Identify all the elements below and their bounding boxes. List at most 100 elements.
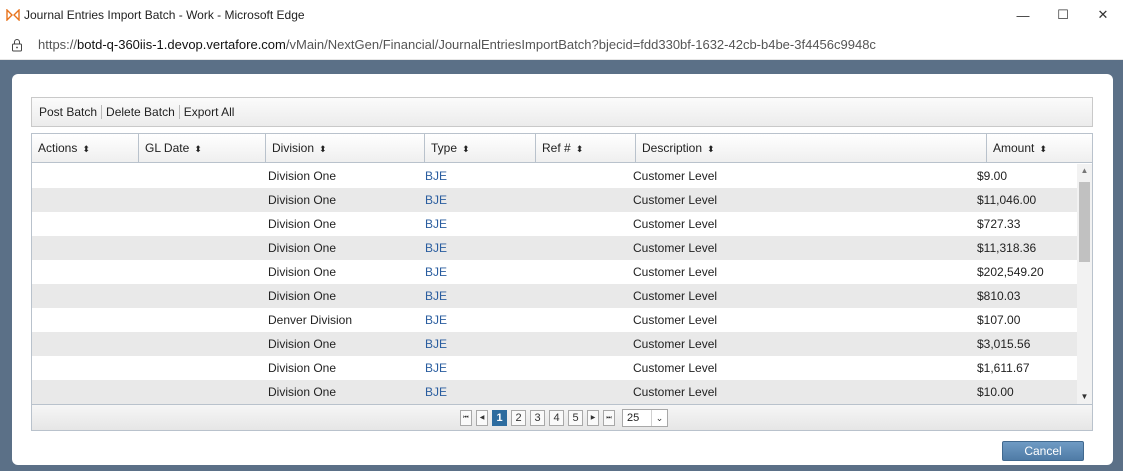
page-4-button[interactable]: 4 [549,410,564,426]
import-batch-dialog: Post Batch Delete Batch Export All Actio… [12,74,1113,465]
delete-batch-button[interactable]: Delete Batch [104,105,177,119]
first-page-icon[interactable]: ⏮ [460,410,472,426]
sort-icon: ⬍ [575,144,584,154]
cell-type-link[interactable]: BJE [425,212,447,236]
page-size-select[interactable]: 25 ⌄ [622,409,668,427]
last-page-icon[interactable]: ⏭ [603,410,615,426]
cell-amount: $727.33 [977,217,1021,231]
close-button[interactable]: ✕ [1083,0,1123,30]
grid-rows: Division One BJE Customer Level $9.00 Di… [32,164,1077,404]
cell-division: Division One [268,265,337,279]
table-row[interactable]: Division One BJE Customer Level $727.33 [32,212,1077,236]
prev-page-icon[interactable]: ◀ [476,410,488,426]
maximize-button[interactable]: ☐ [1043,0,1083,30]
cell-description: Customer Level [633,241,718,255]
column-header-amount[interactable]: Amount ⬍ [987,134,1092,163]
cell-description: Customer Level [633,265,718,279]
window-controls: — ☐ ✕ [1003,0,1123,30]
cell-amount: $10.00 [977,385,1014,399]
column-header-actions[interactable]: Actions ⬍ [32,134,139,163]
sort-icon: ⬍ [319,144,327,154]
address-bar[interactable]: https://botd-q-360iis-1.devop.vertafore.… [0,30,1123,60]
page-5-button[interactable]: 5 [568,410,583,426]
batch-toolbar: Post Batch Delete Batch Export All [31,97,1093,127]
table-row[interactable]: Division One BJE Customer Level $3,015.5… [32,332,1077,356]
page-3-button[interactable]: 3 [530,410,545,426]
cell-type-link[interactable]: BJE [425,356,447,380]
cell-description: Customer Level [633,313,718,327]
column-header-ref[interactable]: Ref # ⬍ [536,134,636,163]
page-2-button[interactable]: 2 [511,410,526,426]
browser-title-bar: Journal Entries Import Batch - Work - Mi… [0,0,1123,30]
toolbar-divider [178,105,180,119]
cell-type-link[interactable]: BJE [425,380,447,404]
cell-amount: $810.03 [977,289,1021,303]
column-label: Ref # [542,141,571,155]
toolbar-divider [101,105,103,119]
column-header-type[interactable]: Type ⬍ [425,134,536,163]
cell-type-link[interactable]: BJE [425,332,447,356]
sort-icon: ⬍ [707,144,715,154]
column-label: GL Date [145,141,190,155]
cell-amount: $1,611.67 [977,361,1030,375]
cell-division: Division One [268,289,337,303]
post-batch-button[interactable]: Post Batch [37,105,99,119]
cell-type-link[interactable]: BJE [425,236,447,260]
column-label: Type [431,141,458,155]
cell-amount: $202,549.20 [977,265,1044,279]
column-label: Division [272,141,315,155]
next-page-icon[interactable]: ▶ [587,410,599,426]
column-header-division[interactable]: Division ⬍ [266,134,425,163]
scroll-down-icon[interactable]: ▼ [1077,390,1092,404]
cell-division: Denver Division [268,313,353,327]
export-all-button[interactable]: Export All [182,105,237,119]
chevron-down-icon[interactable]: ⌄ [651,410,667,426]
page-1-button[interactable]: 1 [492,410,507,426]
cell-type-link[interactable]: BJE [425,260,447,284]
column-header-gl-date[interactable]: GL Date ⬍ [139,134,266,163]
browser-logo-icon [6,9,20,21]
url-host: botd-q-360iis-1.devop.vertafore.com [77,37,286,52]
cell-division: Division One [268,217,337,231]
table-row[interactable]: Division One BJE Customer Level $11,318.… [32,236,1077,260]
page-size-value: 25 [627,412,640,424]
cell-amount: $3,015.56 [977,337,1031,351]
scroll-up-icon[interactable]: ▲ [1077,164,1092,178]
table-row[interactable]: Denver Division BJE Customer Level $107.… [32,308,1077,332]
table-row[interactable]: Division One BJE Customer Level $9.00 [32,164,1077,188]
column-label: Actions [38,141,78,155]
cell-type-link[interactable]: BJE [425,188,447,212]
column-label: Amount [993,141,1035,155]
cell-description: Customer Level [633,289,718,303]
cell-division: Division One [268,337,337,351]
table-row[interactable]: Division One BJE Customer Level $1,611.6… [32,356,1077,380]
lock-icon[interactable] [10,38,24,52]
cell-amount: $11,046.00 [977,193,1037,207]
cell-division: Division One [268,385,337,399]
cell-amount: $9.00 [977,169,1008,183]
cell-description: Customer Level [633,193,718,207]
cell-division: Division One [268,361,337,375]
table-row[interactable]: Division One BJE Customer Level $810.03 [32,284,1077,308]
cell-type-link[interactable]: BJE [425,164,447,188]
table-row[interactable]: Division One BJE Customer Level $10.00 [32,380,1077,404]
url-path: /vMain/NextGen/Financial/JournalEntriesI… [285,37,876,52]
cell-division: Division One [268,169,337,183]
cell-description: Customer Level [633,217,718,231]
url-text[interactable]: https://botd-q-360iis-1.devop.vertafore.… [38,37,876,52]
cell-description: Customer Level [633,385,718,399]
table-row[interactable]: Division One BJE Customer Level $202,549… [32,260,1077,284]
sort-icon: ⬍ [462,144,470,154]
journal-entries-grid: Actions ⬍ GL Date ⬍ Division ⬍ Type ⬍ Ref # ⬍… [31,133,1093,431]
table-row[interactable]: Division One BJE Customer Level $11,046.… [32,188,1077,212]
grid-scrollbar[interactable]: ▲ ▼ [1077,164,1092,404]
column-header-description[interactable]: Description ⬍ [636,134,987,163]
cell-type-link[interactable]: BJE [425,284,447,308]
cell-description: Customer Level [633,361,718,375]
scroll-thumb[interactable] [1079,182,1090,262]
sort-icon: ⬍ [82,144,90,154]
cell-type-link[interactable]: BJE [425,308,447,332]
cancel-button[interactable]: Cancel [1002,441,1084,461]
minimize-button[interactable]: — [1003,0,1043,30]
cell-division: Division One [268,193,337,207]
